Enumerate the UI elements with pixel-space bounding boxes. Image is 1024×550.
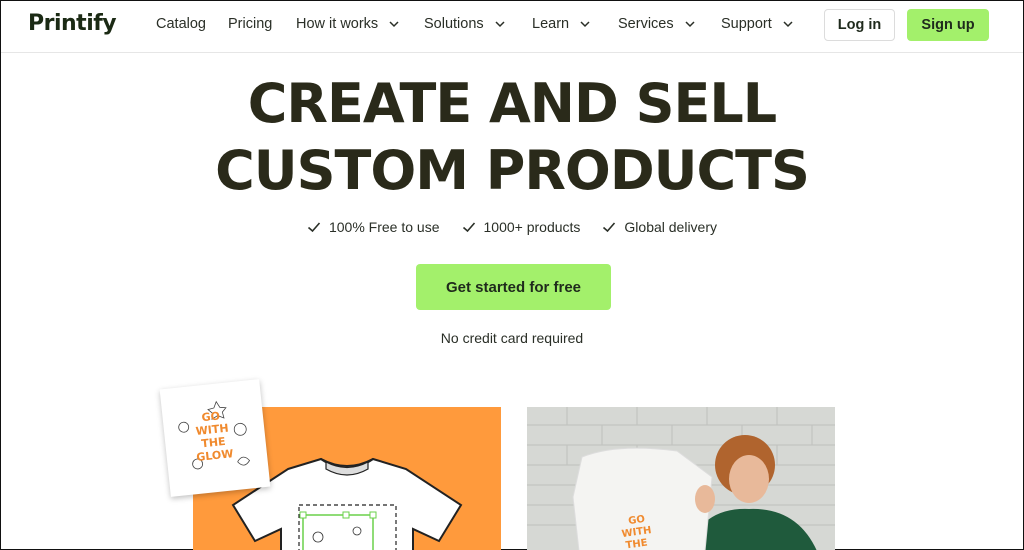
go-with-the-glow-design: GO WITH THE GLOW bbox=[178, 400, 251, 470]
svg-text:THE: THE bbox=[625, 538, 649, 550]
top-navigation: Printify Catalog Pricing How it works So… bbox=[1, 1, 1023, 53]
nav-item-label: Services bbox=[618, 16, 674, 32]
chevron-down-icon bbox=[685, 21, 695, 28]
check-icon bbox=[307, 222, 321, 233]
nav-item-learn[interactable]: Learn bbox=[532, 16, 591, 32]
nav-item-catalog[interactable]: Catalog bbox=[156, 16, 206, 32]
chevron-down-icon bbox=[495, 21, 505, 28]
nav-item-label: Support bbox=[721, 16, 772, 32]
signup-button[interactable]: Sign up bbox=[907, 9, 989, 41]
feature-label: 1000+ products bbox=[483, 219, 581, 235]
nav-item-label: Pricing bbox=[228, 16, 273, 32]
chevron-down-icon bbox=[389, 21, 399, 28]
woman-holding-tshirt-photo: GO WITH THE bbox=[527, 407, 835, 550]
feature-item: 1000+ products bbox=[462, 219, 581, 235]
svg-text:GLOW: GLOW bbox=[196, 447, 234, 464]
hero-title-line-1: CREATE AND SELL bbox=[247, 72, 777, 135]
nav-item-label: Learn bbox=[532, 16, 570, 32]
nav-item-support[interactable]: Support bbox=[721, 16, 794, 32]
nav-item-label: Catalog bbox=[156, 16, 206, 32]
feature-item: Global delivery bbox=[602, 219, 717, 235]
chevron-down-icon bbox=[580, 21, 590, 28]
get-started-button[interactable]: Get started for free bbox=[416, 264, 611, 310]
login-button[interactable]: Log in bbox=[824, 9, 895, 41]
feature-item: 100% Free to use bbox=[307, 219, 440, 235]
photo-illustration: GO WITH THE bbox=[527, 407, 835, 550]
feature-list: 100% Free to use 1000+ products Global d… bbox=[1, 219, 1023, 235]
feature-label: Global delivery bbox=[624, 219, 718, 235]
nav-item-how-it-works[interactable]: How it works bbox=[296, 16, 400, 32]
check-icon bbox=[462, 222, 475, 233]
nav-item-label: How it works bbox=[296, 16, 379, 32]
feature-label: 100% Free to use bbox=[328, 219, 440, 235]
hero-title-line-2: CUSTOM PRODUCTS bbox=[215, 139, 810, 202]
nav-item-services[interactable]: Services bbox=[618, 16, 696, 32]
nav-item-pricing[interactable]: Pricing bbox=[228, 16, 272, 32]
nav-item-label: Solutions bbox=[424, 16, 484, 32]
printify-logo[interactable]: Printify bbox=[28, 11, 117, 36]
nav-item-solutions[interactable]: Solutions bbox=[424, 16, 506, 32]
check-icon bbox=[603, 222, 616, 233]
chevron-down-icon bbox=[783, 21, 793, 28]
no-credit-card-note: No credit card required bbox=[440, 330, 584, 346]
design-preview-card: GO WITH THE GLOW bbox=[159, 379, 271, 497]
